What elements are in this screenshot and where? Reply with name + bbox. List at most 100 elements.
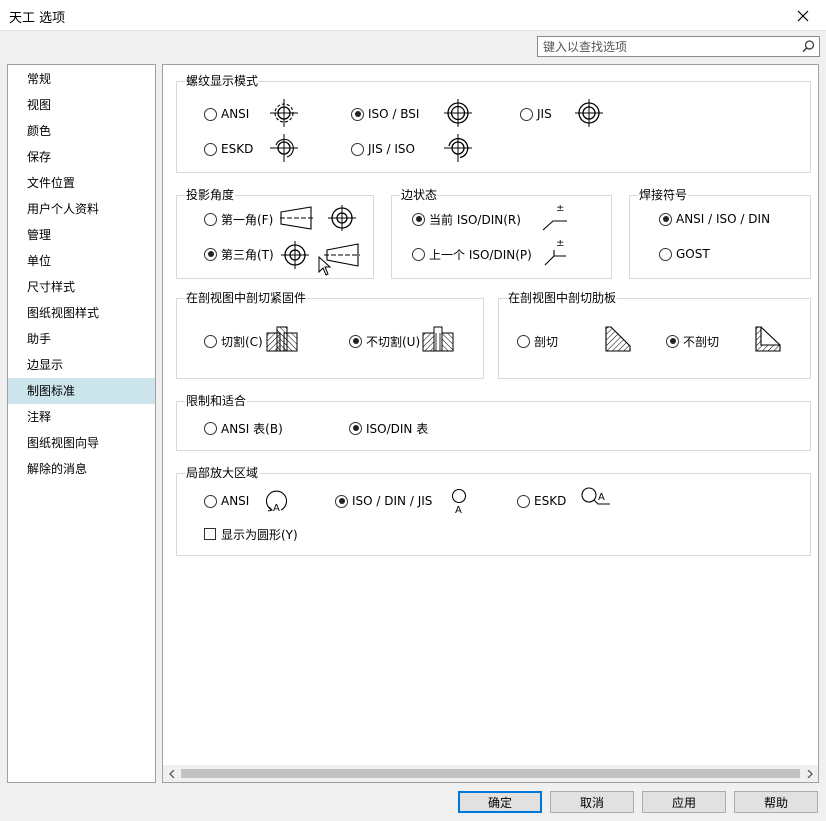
radio-dot [412, 247, 425, 261]
third-angle-radio[interactable]: 第三角(T) [204, 246, 274, 262]
weld-symbol-group: 焊接符号 ANSI / ISO / DIN GOST [629, 188, 811, 279]
detail-ansi-letter: A [273, 503, 280, 514]
radio-label: 切割(C) [221, 334, 263, 349]
sidebar-item-edge-display[interactable]: 边显示 [8, 352, 155, 378]
radio-dot [204, 107, 217, 121]
sidebar-item-drawing-view-style[interactable]: 图纸视图样式 [8, 300, 155, 326]
fastener-nocut-icon [422, 326, 454, 352]
sidebar-item-file-locations[interactable]: 文件位置 [8, 170, 155, 196]
radio-label: ANSI 表(B) [221, 421, 283, 436]
edge-current-radio[interactable]: 当前 ISO/DIN(R) [412, 211, 521, 227]
sidebar-item-general[interactable]: 常规 [8, 66, 155, 92]
radio-label: JIS [537, 107, 552, 121]
rib-cut-radio[interactable]: 剖切 [517, 333, 558, 349]
radio-dot [204, 494, 217, 508]
thread-eskd-radio[interactable]: ESKD [204, 141, 253, 157]
radio-label: 当前 ISO/DIN(R) [429, 212, 521, 227]
sidebar-item-colors[interactable]: 颜色 [8, 118, 155, 144]
help-button[interactable]: 帮助 [734, 791, 818, 813]
thread-jis-radio[interactable]: JIS [520, 106, 552, 122]
section-fasteners-group: 在剖视图中剖切紧固件 切割(C) 不切割(U) [176, 291, 484, 379]
section-ribs-title: 在剖视图中剖切肋板 [507, 291, 618, 305]
apply-button[interactable]: 应用 [642, 791, 726, 813]
radio-label: 第三角(T) [221, 247, 274, 262]
radio-label: ANSI [221, 494, 250, 508]
limits-ansi-radio[interactable]: ANSI 表(B) [204, 420, 283, 436]
thread-iso-bsi-radio[interactable]: ISO / BSI [351, 106, 419, 122]
sidebar-item-annotation[interactable]: 注释 [8, 404, 155, 430]
limits-fits-title: 限制和适合 [185, 394, 248, 408]
first-angle-icon [280, 205, 356, 231]
radio-label: 不剖切 [683, 334, 720, 349]
sidebar-item-dismissed-messages[interactable]: 解除的消息 [8, 456, 155, 482]
sidebar-item-user-profile[interactable]: 用户个人资料 [8, 196, 155, 222]
scroll-thumb[interactable] [181, 769, 800, 778]
detail-iso-letter: A [455, 505, 462, 516]
projection-group: 投影角度 第一角(F) 第三角(T) [176, 188, 374, 279]
thread-display-title: 螺纹显示模式 [185, 74, 260, 88]
detail-ansi-radio[interactable]: ANSI [204, 493, 249, 509]
radio-dot [204, 142, 217, 156]
detail-area-title: 局部放大区域 [185, 466, 260, 480]
close-button[interactable] [780, 0, 826, 31]
sidebar-item-admin[interactable]: 管理 [8, 222, 155, 248]
rib-nocut-icon [755, 326, 781, 352]
detail-eskd-icon [581, 487, 610, 505]
limits-iso-din-radio[interactable]: ISO/DIN 表 [349, 420, 428, 436]
thread-ansi-radio[interactable]: ANSI [204, 106, 249, 122]
radio-dot [349, 334, 362, 348]
search-icon[interactable] [801, 39, 816, 54]
search-input[interactable] [538, 37, 798, 56]
limits-fits-group: 限制和适合 ANSI 表(B) ISO/DIN 表 [176, 394, 811, 451]
detail-iso-icon [451, 488, 467, 504]
edge-previous-radio[interactable]: 上一个 ISO/DIN(P) [412, 246, 532, 262]
first-angle-radio[interactable]: 第一角(F) [204, 211, 273, 227]
sidebar-item-dimension-style[interactable]: 尺寸样式 [8, 274, 155, 300]
chevron-left-icon [168, 769, 174, 778]
thread-jis-iso-radio[interactable]: JIS / ISO [351, 141, 415, 157]
detail-iso-radio[interactable]: ISO / DIN / JIS [335, 493, 432, 509]
radio-label: 第一角(F) [221, 212, 274, 227]
ok-button[interactable]: 确定 [458, 791, 542, 813]
thread-jis-icon [575, 99, 603, 127]
scroll-left-arrow[interactable] [163, 765, 180, 782]
weld-gost-radio[interactable]: GOST [659, 246, 710, 262]
radio-label: ISO / DIN / JIS [352, 494, 433, 508]
content-panel: 螺纹显示模式 ANSI ISO / BSI JIS ESKD JIS / ISO… [162, 64, 819, 783]
fastener-nocut-radio[interactable]: 不切割(U) [349, 333, 420, 349]
edge-condition-group: 边状态 当前 ISO/DIN(R) ± 上一个 ISO/DIN(P) ± [391, 188, 612, 279]
sidebar-item-drawing-standards[interactable]: 制图标准 [8, 378, 155, 404]
radio-label: ESKD [221, 142, 254, 156]
scroll-right-arrow[interactable] [801, 765, 818, 782]
radio-dot [204, 334, 217, 348]
show-as-circle-checkbox[interactable]: 显示为圆形(Y) [204, 526, 298, 542]
thread-ansi-icon [270, 99, 298, 127]
detail-eskd-letter: A [598, 492, 605, 503]
radio-dot [204, 247, 217, 261]
radio-dot [351, 107, 364, 121]
weld-ansi-iso-din-radio[interactable]: ANSI / ISO / DIN [659, 211, 770, 227]
sidebar-item-helper[interactable]: 助手 [8, 326, 155, 352]
sidebar-item-save[interactable]: 保存 [8, 144, 155, 170]
sidebar-item-view[interactable]: 视图 [8, 92, 155, 118]
radio-dot [204, 212, 217, 226]
checkbox-box [204, 528, 216, 540]
weld-symbol-title: 焊接符号 [638, 188, 689, 202]
detail-eskd-radio[interactable]: ESKD [517, 493, 566, 509]
radio-dot [659, 247, 672, 261]
sidebar-item-drawing-view-wizard[interactable]: 图纸视图向导 [8, 430, 155, 456]
chevron-right-icon [807, 769, 813, 778]
radio-dot [659, 212, 672, 226]
fastener-cut-icon [266, 326, 298, 352]
rib-nocut-radio[interactable]: 不剖切 [666, 333, 719, 349]
radio-dot [204, 421, 217, 435]
thread-display-group: 螺纹显示模式 ANSI ISO / BSI JIS ESKD JIS / ISO [176, 74, 811, 173]
radio-label: ANSI / ISO / DIN [676, 212, 771, 226]
fastener-cut-radio[interactable]: 切割(C) [204, 333, 263, 349]
radio-label: ISO/DIN 表 [366, 421, 429, 436]
thread-jis-iso-icon [444, 134, 472, 162]
cancel-button[interactable]: 取消 [550, 791, 634, 813]
sidebar-item-units[interactable]: 单位 [8, 248, 155, 274]
horizontal-scrollbar[interactable] [163, 765, 818, 782]
radio-dot [351, 142, 364, 156]
